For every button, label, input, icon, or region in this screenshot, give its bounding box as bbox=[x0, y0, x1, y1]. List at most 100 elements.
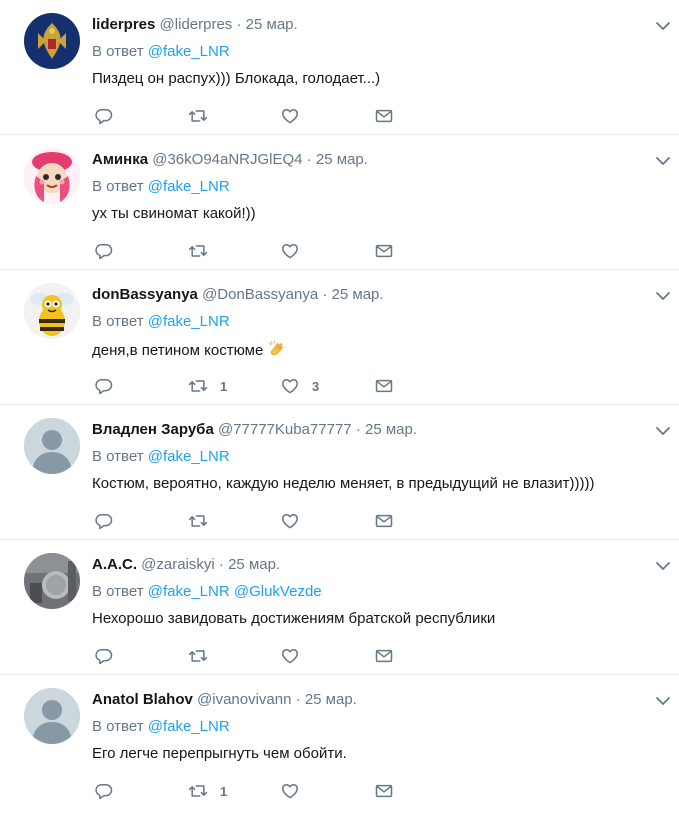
tweet[interactable]: Владлен Заруба @77777Kuba77777 · 25 мар.… bbox=[0, 405, 679, 540]
like-button[interactable] bbox=[280, 104, 312, 128]
heart-icon bbox=[282, 379, 298, 394]
reply-button[interactable] bbox=[94, 644, 114, 668]
mention-link[interactable]: @fake_LNR bbox=[148, 448, 230, 465]
reply-to-label: В ответ bbox=[92, 43, 144, 60]
tweet-timestamp[interactable]: 25 мар. bbox=[305, 691, 357, 708]
chevron-down-icon[interactable] bbox=[655, 288, 671, 304]
direct-message-button[interactable] bbox=[374, 779, 394, 803]
tweet-timestamp[interactable]: 25 мар. bbox=[316, 151, 368, 168]
envelope-icon bbox=[375, 244, 393, 258]
tweet-timestamp[interactable]: 25 мар. bbox=[365, 421, 417, 438]
reply-button[interactable] bbox=[94, 104, 114, 128]
reply-button[interactable] bbox=[94, 239, 114, 263]
chevron-down-icon[interactable] bbox=[655, 558, 671, 574]
avatar[interactable] bbox=[24, 688, 80, 744]
like-button[interactable] bbox=[280, 509, 312, 533]
user-handle[interactable]: @zaraiskyi bbox=[141, 556, 215, 573]
avatar[interactable] bbox=[24, 418, 80, 474]
direct-message-button[interactable] bbox=[374, 644, 394, 668]
tweet-header: donBassyanya @DonBassyanya · 25 мар. bbox=[92, 285, 384, 305]
cartoon-girl-icon bbox=[24, 148, 80, 204]
retweet-count: 1 bbox=[220, 783, 228, 799]
reply-context: В ответ @fake_LNR bbox=[92, 717, 230, 737]
mention-link[interactable]: @fake_LNR bbox=[148, 718, 230, 735]
tweet[interactable]: Аминка @36kO94aNRJGlEQ4 · 25 мар. В отве… bbox=[0, 135, 679, 270]
retweet-button[interactable] bbox=[188, 644, 220, 668]
user-name[interactable]: liderpres bbox=[92, 16, 155, 33]
retweet-count: 1 bbox=[220, 378, 228, 394]
retweet-icon bbox=[188, 245, 208, 257]
direct-message-button[interactable] bbox=[374, 104, 394, 128]
user-handle[interactable]: @36kO94aNRJGlEQ4 bbox=[152, 151, 302, 168]
chevron-down-icon[interactable] bbox=[655, 153, 671, 169]
like-button[interactable] bbox=[280, 779, 312, 803]
user-name[interactable]: Anatol Blahov bbox=[92, 691, 193, 708]
like-button[interactable]: 3 bbox=[280, 374, 319, 398]
reply-to-label: В ответ bbox=[92, 583, 144, 600]
reply-button[interactable] bbox=[94, 509, 114, 533]
like-button[interactable] bbox=[280, 239, 312, 263]
separator-dot: · bbox=[295, 691, 301, 708]
tweet-timestamp[interactable]: 25 мар. bbox=[246, 16, 298, 33]
avatar[interactable] bbox=[24, 553, 80, 609]
avatar[interactable] bbox=[24, 283, 80, 339]
retweet-button[interactable] bbox=[188, 104, 220, 128]
tweet-header: Владлен Заруба @77777Kuba77777 · 25 мар. bbox=[92, 420, 417, 440]
separator-dot: · bbox=[236, 16, 242, 33]
user-name[interactable]: donBassyanya bbox=[92, 286, 198, 303]
user-name[interactable]: A.A.C. bbox=[92, 556, 137, 573]
chevron-down-icon[interactable] bbox=[655, 693, 671, 709]
tweet-text: Костюм, вероятно, каждую неделю меняет, … bbox=[92, 474, 595, 494]
user-handle[interactable]: @liderpres bbox=[160, 16, 233, 33]
user-name[interactable]: Аминка bbox=[92, 151, 148, 168]
reply-button[interactable] bbox=[94, 374, 114, 398]
retweet-button[interactable]: 1 bbox=[188, 779, 227, 803]
retweet-icon bbox=[188, 785, 208, 797]
tweet[interactable]: liderpres @liderpres · 25 мар. В ответ @… bbox=[0, 0, 679, 135]
tweet-text-content: Пиздец он распух))) Блокада, голодает...… bbox=[92, 70, 381, 87]
retweet-button[interactable]: 1 bbox=[188, 374, 227, 398]
reply-icon bbox=[95, 648, 113, 665]
tweet-header: A.A.C. @zaraiskyi · 25 мар. bbox=[92, 555, 280, 575]
user-handle[interactable]: @DonBassyanya bbox=[202, 286, 318, 303]
chevron-down-icon[interactable] bbox=[655, 18, 671, 34]
reply-icon bbox=[95, 378, 113, 395]
separator-dot: · bbox=[355, 421, 361, 438]
tweet-text: ух ты свиномат какой!)) bbox=[92, 204, 256, 224]
retweet-button[interactable] bbox=[188, 509, 220, 533]
avatar[interactable] bbox=[24, 148, 80, 204]
reply-button[interactable] bbox=[94, 779, 114, 803]
mention-link[interactable]: @GlukVezde bbox=[234, 583, 322, 600]
retweet-button[interactable] bbox=[188, 239, 220, 263]
tweet-header: Аминка @36kO94aNRJGlEQ4 · 25 мар. bbox=[92, 150, 368, 170]
mention-link[interactable]: @fake_LNR bbox=[148, 583, 230, 600]
user-name[interactable]: Владлен Заруба bbox=[92, 421, 214, 438]
tweet-text-content: ух ты свиномат какой!)) bbox=[92, 205, 256, 222]
user-handle[interactable]: @ivanovivann bbox=[197, 691, 291, 708]
reply-context: В ответ @fake_LNR @GlukVezde bbox=[92, 582, 322, 602]
avatar[interactable] bbox=[24, 13, 80, 69]
reply-context: В ответ @fake_LNR bbox=[92, 42, 230, 62]
chevron-down-icon[interactable] bbox=[655, 423, 671, 439]
envelope-icon bbox=[375, 514, 393, 528]
mention-link[interactable]: @fake_LNR bbox=[148, 178, 230, 195]
heart-icon bbox=[282, 244, 298, 259]
default-avatar-icon bbox=[24, 418, 80, 474]
tweet[interactable]: donBassyanya @DonBassyanya · 25 мар. В о… bbox=[0, 270, 679, 405]
tweet-actions bbox=[92, 644, 412, 668]
direct-message-button[interactable] bbox=[374, 239, 394, 263]
reply-context: В ответ @fake_LNR bbox=[92, 447, 230, 467]
mention-link[interactable]: @fake_LNR bbox=[148, 313, 230, 330]
tweet-header: liderpres @liderpres · 25 мар. bbox=[92, 15, 298, 35]
tweet-text-content: Его легче перепрыгнуть чем обойти. bbox=[92, 745, 347, 762]
like-button[interactable] bbox=[280, 644, 312, 668]
reply-context: В ответ @fake_LNR bbox=[92, 312, 230, 332]
direct-message-button[interactable] bbox=[374, 509, 394, 533]
tweet[interactable]: Anatol Blahov @ivanovivann · 25 мар. В о… bbox=[0, 675, 679, 810]
tweet[interactable]: A.A.C. @zaraiskyi · 25 мар. В ответ @fak… bbox=[0, 540, 679, 675]
mention-link[interactable]: @fake_LNR bbox=[148, 43, 230, 60]
tweet-timestamp[interactable]: 25 мар. bbox=[228, 556, 280, 573]
tweet-timestamp[interactable]: 25 мар. bbox=[332, 286, 384, 303]
direct-message-button[interactable] bbox=[374, 374, 394, 398]
user-handle[interactable]: @77777Kuba77777 bbox=[218, 421, 352, 438]
